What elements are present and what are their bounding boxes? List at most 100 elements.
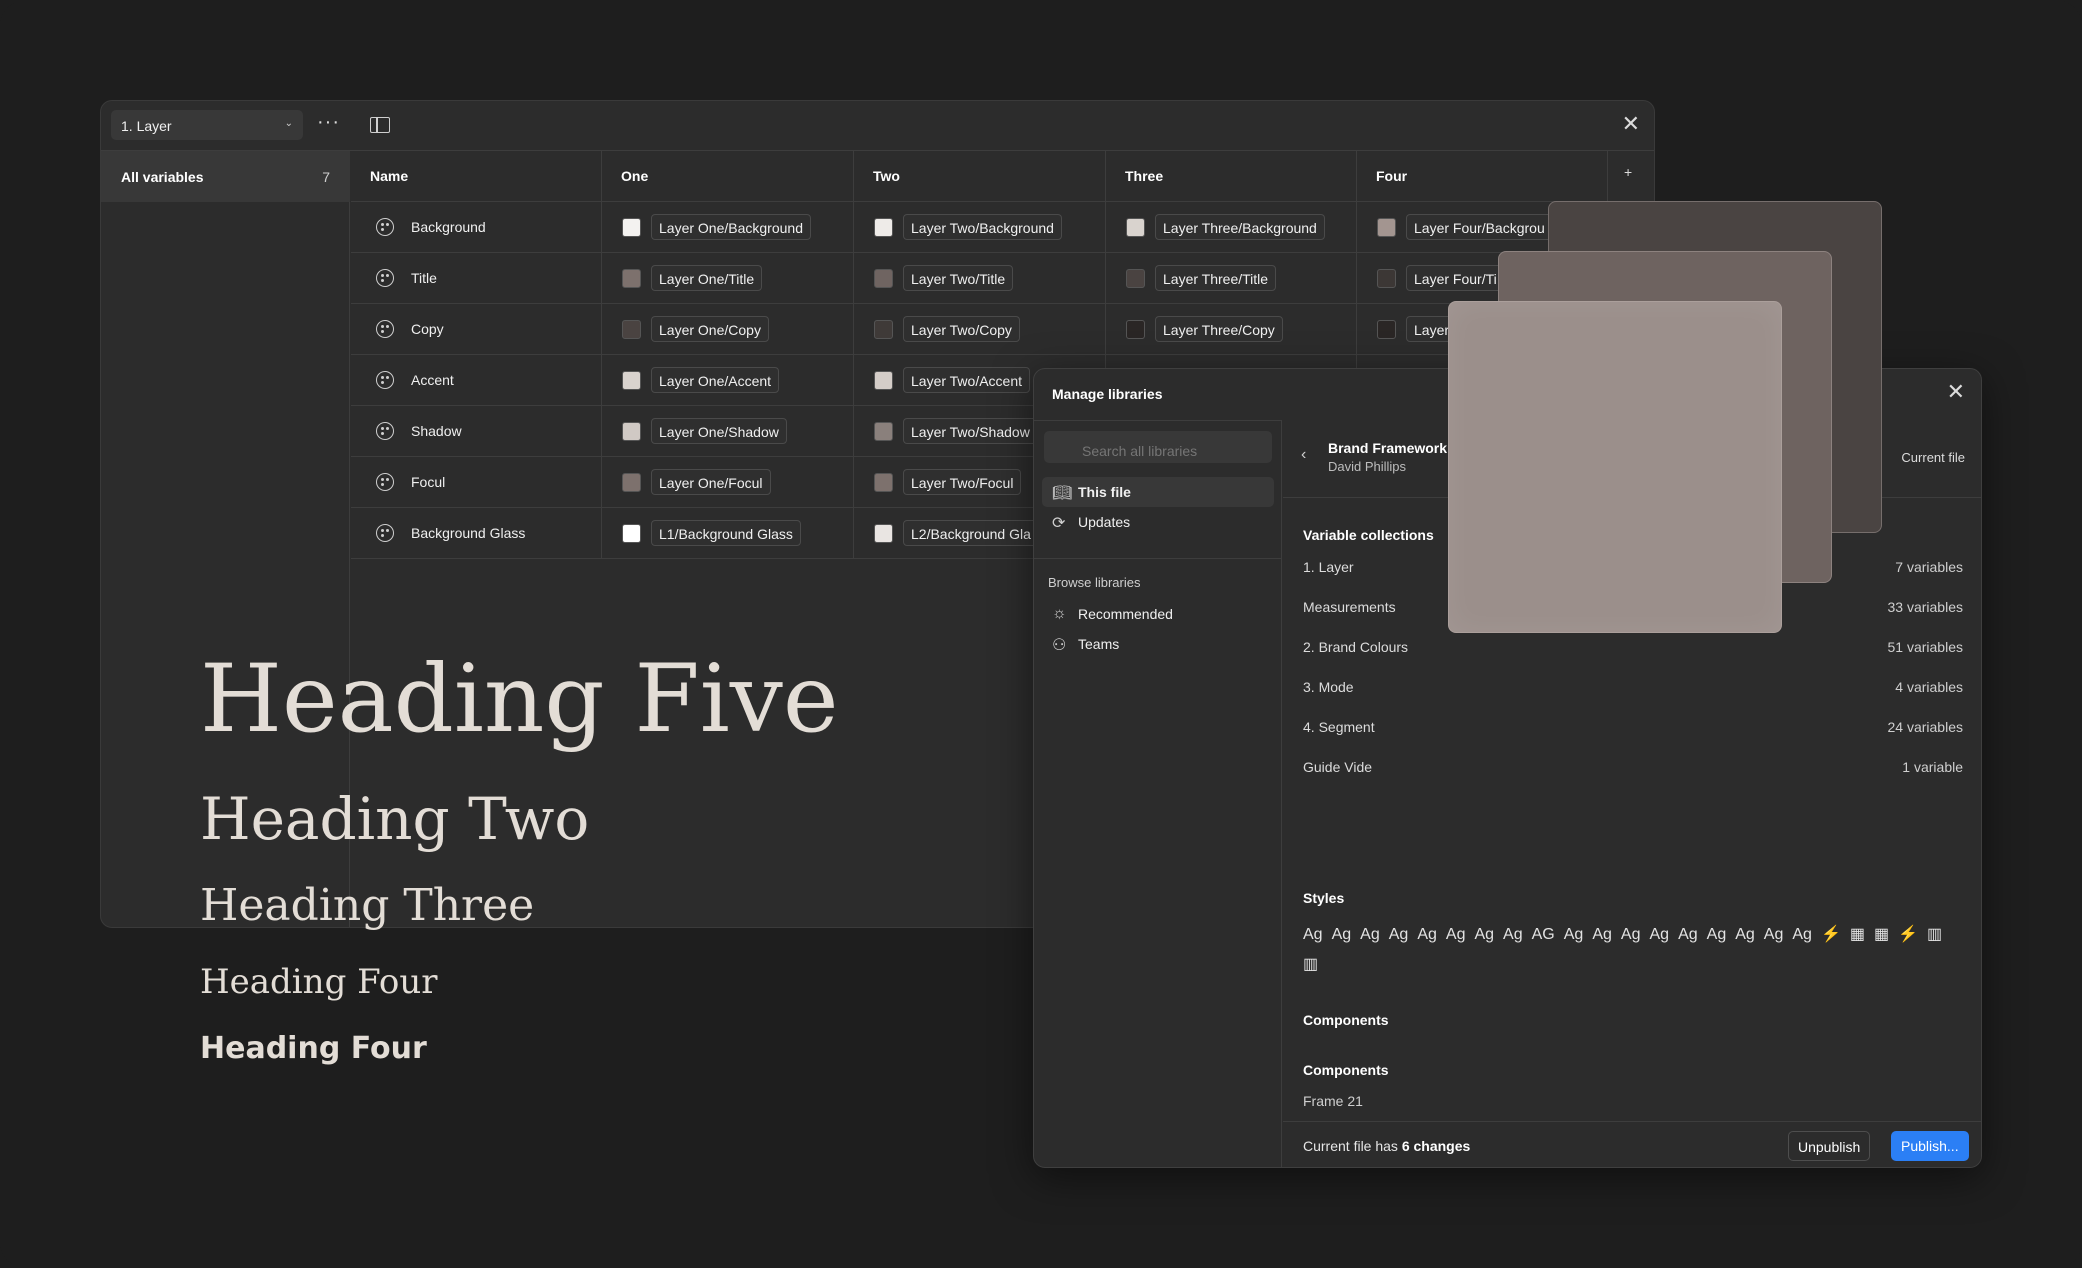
collection-select[interactable]: 1. Layer ⌄	[111, 110, 303, 140]
variable-value-cell[interactable]: Layer One/Title	[602, 253, 854, 304]
color-swatch[interactable]	[874, 371, 893, 390]
style-swatch[interactable]: Ag	[1735, 920, 1755, 950]
color-swatch[interactable]	[622, 269, 641, 288]
add-mode-button[interactable]: +	[1608, 151, 1654, 202]
style-swatch[interactable]: Ag	[1360, 920, 1380, 950]
alias-pill[interactable]: Layer Four/Backgrou	[1406, 214, 1553, 240]
color-swatch[interactable]	[874, 524, 893, 543]
style-swatch[interactable]: Ag	[1332, 920, 1352, 950]
variable-value-cell[interactable]: L1/Background Glass	[602, 508, 854, 559]
style-swatch[interactable]: Ag	[1792, 920, 1812, 950]
variable-value-cell[interactable]: Layer Two/Copy	[854, 304, 1106, 355]
nav-item-updates[interactable]: ⟳ Updates	[1042, 507, 1274, 537]
alias-pill[interactable]: Layer One/Background	[651, 214, 811, 240]
style-swatch[interactable]: Ag	[1621, 920, 1641, 950]
close-icon[interactable]: ✕	[1622, 111, 1640, 137]
variable-name-cell[interactable]: Copy	[351, 304, 602, 355]
more-options-icon[interactable]: ···	[317, 112, 340, 132]
variable-name-cell[interactable]: Background	[351, 202, 602, 253]
variable-value-cell[interactable]: Layer Two/Title	[854, 253, 1106, 304]
variable-value-cell[interactable]: Layer Three/Copy	[1106, 304, 1357, 355]
column-header-two[interactable]: Two	[854, 151, 1106, 202]
style-swatch[interactable]: ▦	[1850, 920, 1865, 950]
alias-pill[interactable]: Layer Two/Copy	[903, 316, 1020, 342]
alias-pill[interactable]: L1/Background Glass	[651, 520, 801, 546]
alias-pill[interactable]: Layer One/Title	[651, 265, 763, 291]
style-swatch[interactable]: Ag	[1503, 920, 1523, 950]
color-swatch[interactable]	[1126, 320, 1145, 339]
color-swatch[interactable]	[874, 269, 893, 288]
alias-pill[interactable]: Layer One/Accent	[651, 367, 780, 393]
style-swatch[interactable]: Ag	[1303, 920, 1323, 950]
search-input[interactable]	[1044, 431, 1272, 463]
color-swatch[interactable]	[622, 422, 641, 441]
style-swatch[interactable]: Ag	[1592, 920, 1612, 950]
alias-pill[interactable]: Layer Three/Title	[1155, 265, 1277, 291]
column-header-name[interactable]: Name	[351, 151, 602, 202]
nav-item-teams[interactable]: ⚇ Teams	[1042, 629, 1274, 659]
style-swatch[interactable]: Ag	[1564, 920, 1584, 950]
color-swatch[interactable]	[874, 473, 893, 492]
alias-pill[interactable]: Layer One/Copy	[651, 316, 769, 342]
alias-pill[interactable]: Layer Two/Focul	[903, 469, 1022, 495]
variable-value-cell[interactable]: Layer Three/Title	[1106, 253, 1357, 304]
unpublish-button[interactable]: Unpublish	[1788, 1131, 1871, 1161]
style-swatch[interactable]: ⚡	[1898, 920, 1918, 950]
variable-name-cell[interactable]: Background Glass	[351, 508, 602, 559]
style-swatch[interactable]: Ag	[1417, 920, 1437, 950]
style-swatch[interactable]: Ag	[1707, 920, 1727, 950]
color-swatch[interactable]	[622, 320, 641, 339]
variable-value-cell[interactable]: Layer One/Focul	[602, 457, 854, 508]
variable-value-cell[interactable]: Layer One/Background	[602, 202, 854, 253]
style-swatch[interactable]: Ag	[1446, 920, 1466, 950]
alias-pill[interactable]: Layer Four/Ti	[1406, 265, 1505, 291]
style-swatch[interactable]: Ag	[1764, 920, 1784, 950]
close-icon[interactable]: ✕	[1947, 379, 1965, 405]
color-swatch[interactable]	[1377, 269, 1396, 288]
variable-value-cell[interactable]: Layer Two/Background	[854, 202, 1106, 253]
sidebar-item-all-variables[interactable]: All variables 7	[101, 151, 350, 202]
variable-name-cell[interactable]: Shadow	[351, 406, 602, 457]
variable-name-cell[interactable]: Title	[351, 253, 602, 304]
color-swatch[interactable]	[1377, 218, 1396, 237]
alias-pill[interactable]: Layer Two/Background	[903, 214, 1062, 240]
variable-name-cell[interactable]: Accent	[351, 355, 602, 406]
alias-pill[interactable]: Layer Three/Background	[1155, 214, 1325, 240]
style-swatch[interactable]: AG	[1532, 920, 1555, 950]
column-header-three[interactable]: Three	[1106, 151, 1357, 202]
style-swatch[interactable]: ▥	[1927, 920, 1942, 950]
alias-pill[interactable]: Layer Three/Copy	[1155, 316, 1283, 342]
style-swatch[interactable]: ▥	[1303, 950, 1318, 980]
style-swatch[interactable]: Ag	[1649, 920, 1669, 950]
style-swatch[interactable]: Ag	[1678, 920, 1698, 950]
variable-value-cell[interactable]: Layer One/Copy	[602, 304, 854, 355]
color-swatch[interactable]	[622, 371, 641, 390]
color-swatch[interactable]	[874, 422, 893, 441]
color-swatch[interactable]	[622, 218, 641, 237]
back-chevron-icon[interactable]: ‹	[1301, 446, 1306, 464]
column-header-one[interactable]: One	[602, 151, 854, 202]
alias-pill[interactable]: Layer One/Shadow	[651, 418, 787, 444]
color-swatch[interactable]	[1126, 269, 1145, 288]
variable-value-cell[interactable]: Layer One/Accent	[602, 355, 854, 406]
variable-value-cell[interactable]: Layer One/Shadow	[602, 406, 854, 457]
color-swatch[interactable]	[622, 524, 641, 543]
color-swatch[interactable]	[874, 218, 893, 237]
style-swatch[interactable]: ⚡	[1821, 920, 1841, 950]
sidebar-toggle-icon[interactable]	[370, 117, 390, 133]
alias-pill[interactable]: Layer Two/Shadow	[903, 418, 1038, 444]
color-swatch[interactable]	[622, 473, 641, 492]
alias-pill[interactable]: Layer Two/Title	[903, 265, 1014, 291]
publish-button[interactable]: Publish...	[1891, 1131, 1969, 1161]
style-swatch[interactable]: ▦	[1874, 920, 1889, 950]
variable-name-cell[interactable]: Focul	[351, 457, 602, 508]
alias-pill[interactable]: Layer Two/Accent	[903, 367, 1031, 393]
color-swatch[interactable]	[1126, 218, 1145, 237]
nav-item-recommended[interactable]: ☼ Recommended	[1042, 599, 1274, 629]
color-swatch[interactable]	[874, 320, 893, 339]
variable-value-cell[interactable]: Layer Three/Background	[1106, 202, 1357, 253]
alias-pill[interactable]: L2/Background Gla	[903, 520, 1039, 546]
alias-pill[interactable]: Layer One/Focul	[651, 469, 771, 495]
nav-item-this-file[interactable]: 📖︎ This file	[1042, 477, 1274, 507]
style-swatch[interactable]: Ag	[1474, 920, 1494, 950]
